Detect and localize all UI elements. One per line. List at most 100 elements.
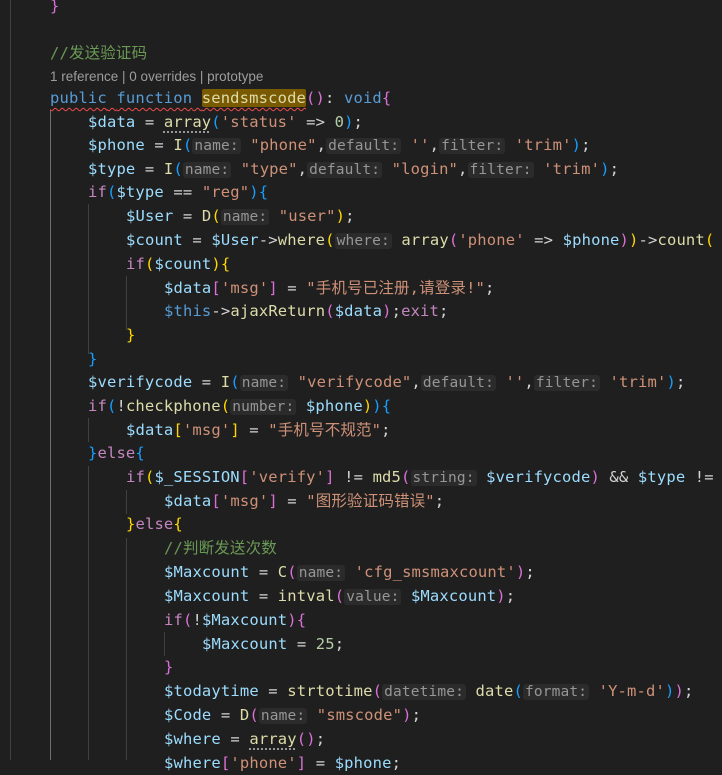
- code-token: (: [372, 682, 383, 700]
- code-line[interactable]: if($count){: [126, 252, 230, 276]
- code-token: D: [239, 706, 250, 724]
- code-line[interactable]: $type = I(name: "type", default: "login",…: [88, 157, 619, 181]
- inlay-hint: name:: [182, 162, 232, 178]
- code-line[interactable]: $count = $User->where(where: array('phon…: [126, 228, 714, 252]
- code-token: intval: [277, 587, 335, 605]
- code-token: ;: [434, 492, 445, 510]
- code-token: (: [448, 231, 459, 249]
- code-line[interactable]: }: [50, 0, 59, 18]
- code-token: ;: [439, 302, 449, 320]
- code-token: ]: [268, 279, 278, 297]
- code-line[interactable]: $data['msg'] = "手机号不规范";: [126, 418, 391, 442]
- code-line[interactable]: public function sendsmscode(): void{: [50, 86, 391, 110]
- code-token: ;: [391, 302, 402, 320]
- code-token: md5: [372, 468, 402, 486]
- code-line[interactable]: }: [164, 655, 173, 679]
- code-token: else: [135, 515, 174, 533]
- code-token: "login": [391, 160, 459, 178]
- code-line[interactable]: if(!checkphone(number: $phone)){: [88, 394, 391, 418]
- inlay-hint: name:: [258, 708, 308, 724]
- code-token: ;: [675, 373, 686, 391]
- code-token: $Maxcount: [201, 611, 288, 629]
- code-token: ]: [325, 468, 335, 486]
- code-token: ): [249, 183, 259, 201]
- code-line[interactable]: $this->ajaxReturn($data);exit;: [164, 299, 449, 323]
- code-token: {: [258, 183, 269, 201]
- code-token: =: [249, 587, 278, 605]
- code-token: "smscode": [316, 706, 403, 724]
- code-token: =: [239, 421, 269, 439]
- code-token: =: [277, 279, 307, 297]
- code-token: if: [164, 611, 183, 629]
- code-token: array: [163, 113, 212, 131]
- code-line[interactable]: $Maxcount = 25;: [202, 632, 344, 656]
- code-line[interactable]: }: [88, 347, 97, 371]
- code-token: {: [135, 444, 145, 462]
- code-token: ): [600, 160, 610, 178]
- code-line[interactable]: $User = D(name: "user");: [126, 204, 355, 228]
- code-line[interactable]: $todaytime = strtotime(datetime: date(fo…: [164, 679, 693, 703]
- code-line[interactable]: //判断发送次数: [164, 536, 277, 560]
- code-line[interactable]: $Code = D(name: "smscode");: [164, 703, 421, 727]
- code-token: =: [182, 231, 212, 249]
- inlay-hint: where:: [334, 233, 392, 249]
- code-token: I: [163, 160, 174, 178]
- code-token: =: [135, 113, 164, 131]
- code-line[interactable]: }else{: [126, 512, 183, 536]
- code-line[interactable]: $Maxcount = C(name: 'cfg_smsmaxcount');: [164, 560, 535, 584]
- code-token: ==: [163, 183, 202, 201]
- indent-guide: [126, 276, 127, 330]
- code-token: "手机号已注册,请登录!": [306, 279, 486, 297]
- code-editor[interactable]: } //发送验证码 1 reference | 0 overrides | pr…: [0, 0, 722, 772]
- code-line[interactable]: }: [126, 323, 135, 347]
- code-line[interactable]: $phone = I(name: "phone", default: '', fil…: [88, 133, 591, 157]
- code-token: $verifycode: [88, 373, 193, 391]
- code-token: else: [97, 444, 136, 462]
- indent-guide: [88, 418, 89, 442]
- code-token: =: [249, 563, 278, 581]
- code-token: =: [192, 373, 221, 391]
- code-token: [: [211, 492, 221, 510]
- code-token: 'phone': [230, 754, 297, 772]
- code-token: ;: [315, 730, 326, 748]
- code-token: ,: [458, 160, 468, 178]
- code-line[interactable]: if($_SESSION['verify'] != md5(string: $v…: [126, 465, 714, 489]
- code-line[interactable]: $data = array('status' => 0);: [88, 110, 363, 134]
- code-token: :: [325, 89, 344, 107]
- code-line[interactable]: $where = array();: [164, 727, 325, 751]
- code-token: (: [287, 563, 297, 581]
- inlay-hint: name:: [239, 375, 289, 391]
- code-token: (: [173, 160, 183, 178]
- code-token: (: [211, 207, 221, 225]
- code-token: $User: [211, 231, 259, 249]
- code-token: "图形验证码错误": [306, 492, 435, 510]
- code-token: $where: [164, 730, 221, 748]
- indent-guide: [88, 204, 89, 354]
- code-token: (: [325, 302, 335, 320]
- code-line[interactable]: $Maxcount = intval(value: $Maxcount);: [164, 584, 515, 608]
- codelens-reference-info[interactable]: 1 reference | 0 overrides | prototype: [50, 68, 263, 86]
- code-line[interactable]: $data['msg'] = "图形验证码错误";: [164, 489, 444, 513]
- code-token: 'phone': [458, 231, 525, 249]
- code-token: $Code: [164, 706, 212, 724]
- inlay-hint: name:: [220, 209, 270, 225]
- code-token: }: [88, 350, 98, 368]
- code-token: '': [505, 373, 525, 391]
- code-line[interactable]: }else{: [88, 441, 145, 465]
- code-line[interactable]: if(!$Maxcount){: [164, 608, 306, 632]
- code-line[interactable]: $verifycode = I(name: "verifycode", defau…: [88, 370, 685, 394]
- code-token: [: [239, 468, 250, 486]
- code-token: //判断发送次数: [164, 539, 277, 557]
- code-line[interactable]: if($type == "reg"){: [88, 180, 268, 204]
- code-line[interactable]: //发送验证码: [50, 41, 147, 65]
- code-line[interactable]: $where['phone'] = $phone;: [164, 751, 401, 775]
- code-token: $data: [88, 113, 136, 131]
- code-token: (): [296, 730, 316, 748]
- code-line[interactable]: $data['msg'] = "手机号已注册,请登录!";: [164, 276, 495, 300]
